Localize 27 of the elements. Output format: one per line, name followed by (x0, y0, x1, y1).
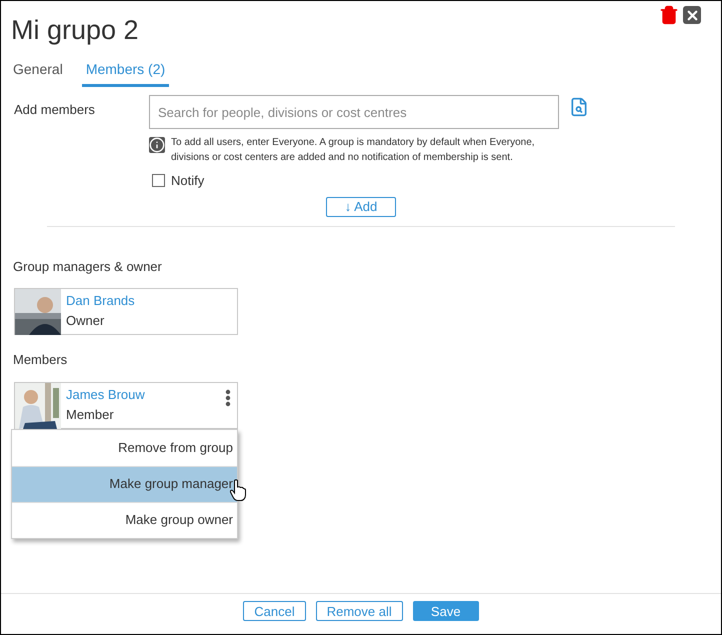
browse-icon[interactable] (569, 97, 589, 117)
tab[interactable]: Members (2) (82, 59, 170, 87)
info-text: To add all users, enter Everyone. A group is mandatory by default when Everyone, divisions or cost centers are added and no notification of membership is sent. (171, 136, 536, 165)
delete-icon[interactable] (659, 5, 679, 25)
menu-item[interactable]: Remove from group (12, 430, 237, 466)
menu-item[interactable]: Make group manager (12, 466, 237, 502)
close-icon (684, 8, 700, 22)
info-icon (149, 137, 165, 153)
field-label: Add members (14, 101, 96, 119)
more-icon[interactable] (225, 388, 231, 406)
person-name[interactable]: Dan Brands (66, 291, 237, 311)
search-field[interactable]: Search for people, divisions or cost centres (149, 95, 559, 129)
add-button[interactable]: ↓ Add (326, 196, 396, 216)
person-role: Member (66, 406, 115, 424)
footer-button[interactable]: Cancel (243, 601, 306, 621)
person-role: Owner (66, 312, 106, 330)
person-name[interactable]: James Brouw (66, 384, 237, 404)
window-title: Mi grupo 2 (11, 14, 139, 47)
notify-label: Notify (171, 172, 204, 190)
section-heading: Group managers & owner (13, 258, 163, 276)
menu-item[interactable]: Make group owner (12, 502, 237, 538)
footer-button[interactable]: Remove all (316, 601, 403, 621)
footer-button[interactable]: Save (412, 601, 479, 621)
close-button[interactable] (683, 6, 701, 24)
notify-checkbox[interactable] (152, 174, 165, 188)
section-heading: Members (13, 351, 68, 369)
tab[interactable]: General (12, 59, 64, 87)
